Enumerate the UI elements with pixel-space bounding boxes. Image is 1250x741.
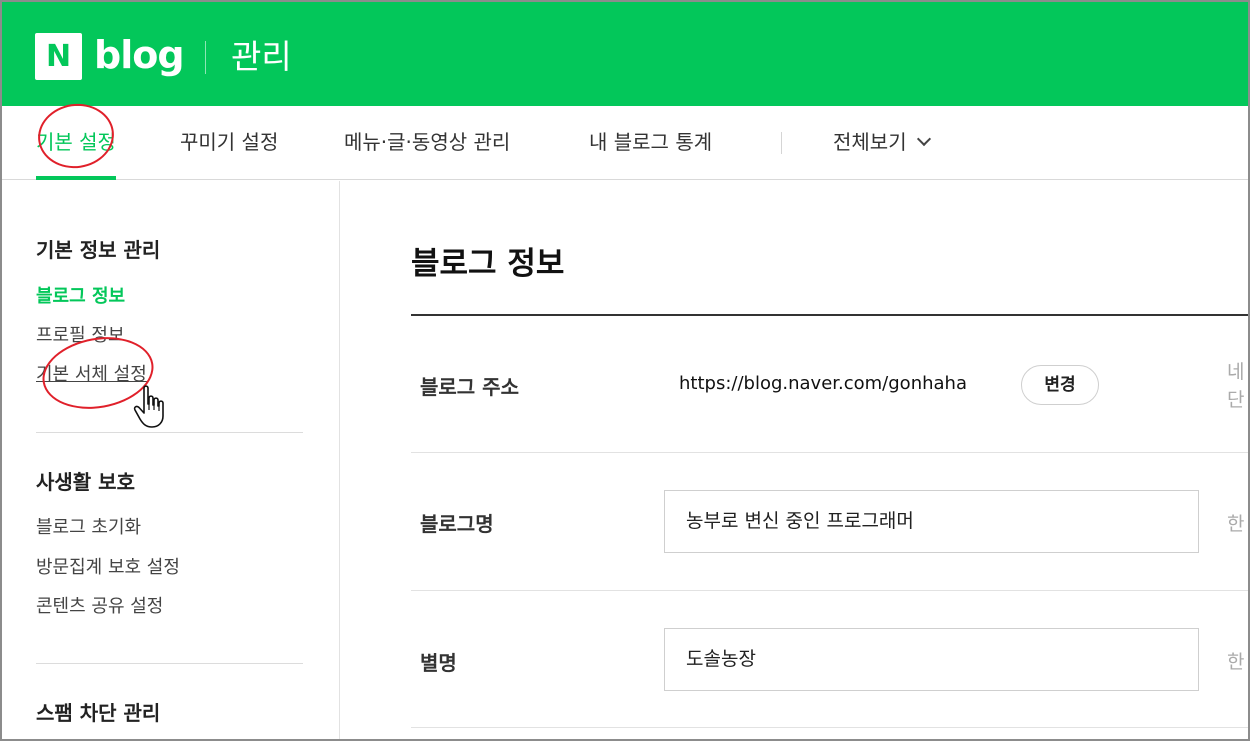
blog-name-input[interactable]: 농부로 변신 중인 프로그래머 [664,490,1199,553]
change-address-button[interactable]: 변경 [1021,365,1099,405]
sidebar-item-blog-info[interactable]: 블로그 정보 [36,282,125,308]
tab-view-all[interactable]: 전체보기 [833,106,931,180]
tab-label: 꾸미기 설정 [180,130,279,154]
header-divider [205,41,206,74]
title-divider [411,314,1248,316]
nickname-help-text: 한 [1227,651,1245,673]
row-divider [411,452,1248,453]
sidebar-item-blog-reset[interactable]: 블로그 초기화 [36,513,141,539]
tab-blog-stats[interactable]: 내 블로그 통계 [589,106,712,180]
active-tab-indicator [36,176,116,180]
hand-pointer-icon [133,385,164,428]
nickname-label: 별명 [420,651,457,675]
sidebar-group-title: 기본 정보 관리 [36,238,161,262]
sidebar-divider [36,432,303,433]
blog-name-help-text: 한 [1227,513,1245,535]
row-divider [411,590,1248,591]
tab-basic-settings[interactable]: 기본 설정 [36,106,116,180]
page-title: 블로그 정보 [411,246,565,282]
logo-letter: N [45,38,72,74]
tab-menu-post-video[interactable]: 메뉴·글·동영상 관리 [344,106,510,180]
blog-name-label: 블로그명 [420,512,494,536]
sidebar-group-title: 스팸 차단 관리 [36,701,161,725]
address-help-text: 단 [1227,389,1245,411]
sidebar-item-visit-protection[interactable]: 방문집계 보호 설정 [36,553,180,579]
nickname-input[interactable]: 도솔농장 [664,628,1199,691]
sidebar-item-profile-info[interactable]: 프로필 정보 [36,321,125,347]
tab-label: 기본 설정 [36,130,116,154]
sidebar-group-title: 사생활 보호 [36,470,135,494]
tab-decoration-settings[interactable]: 꾸미기 설정 [180,106,278,180]
sidebar: 기본 정보 관리 블로그 정보 프로필 정보 기본 서체 설정 사생활 보호 블… [2,181,340,739]
address-help-text: 네 [1227,361,1245,383]
blog-logo-text[interactable]: blog [94,32,185,78]
tab-separator [781,132,782,154]
page-section-title: 관리 [231,37,292,76]
tab-bar: 기본 설정 꾸미기 설정 메뉴·글·동영상 관리 내 블로그 통계 전체보기 [2,106,1248,180]
app-window: N blog 관리 기본 설정 꾸미기 설정 메뉴·글·동영상 관리 내 블로그… [0,0,1250,741]
tab-label: 전체보기 [833,130,907,154]
blog-address-label: 블로그 주소 [420,375,519,399]
tab-label: 내 블로그 통계 [589,130,713,154]
sidebar-item-content-sharing[interactable]: 콘텐츠 공유 설정 [36,592,163,618]
top-header: N blog 관리 [2,2,1248,106]
row-divider [411,727,1248,728]
chevron-down-icon [916,131,931,147]
blog-address-value: https://blog.naver.com/gonhaha [679,373,967,394]
naver-logo[interactable]: N [35,33,82,80]
tab-label: 메뉴·글·동영상 관리 [344,130,511,154]
sidebar-item-default-font[interactable]: 기본 서체 설정 [36,360,147,386]
sidebar-divider [36,663,303,664]
